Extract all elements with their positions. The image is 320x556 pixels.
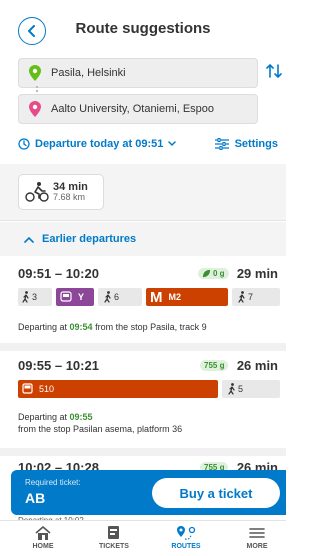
clock-icon — [18, 138, 30, 150]
tab-tickets[interactable]: TICKETS — [84, 525, 144, 550]
menu-icon — [249, 528, 265, 538]
required-ticket-label: Required ticket: — [25, 478, 81, 487]
origin-field[interactable]: Pasila, Helsinki — [18, 58, 258, 88]
co2-value: 755 g — [204, 361, 225, 370]
itinerary-card[interactable]: 09:51 – 10:20 0 g 29 min 3 Y 6 M M2 7 De… — [0, 266, 286, 342]
bus-line: 510 — [39, 384, 55, 394]
itinerary-times: 09:55 – 10:21 — [18, 358, 99, 373]
page-title: Route suggestions — [75, 20, 211, 37]
chevron-up-icon — [24, 236, 34, 243]
settings-button[interactable]: Settings — [214, 138, 278, 150]
train-leg: Y — [56, 288, 94, 306]
origin-text: Pasila, Helsinki — [51, 67, 126, 79]
walk-leg-minutes: 6 — [114, 292, 120, 302]
co2-value: 0 g — [213, 269, 225, 278]
routes-icon — [177, 526, 196, 540]
bus-leg: 510 — [18, 380, 218, 398]
departure-row: Departure today at 09:51 Settings — [18, 138, 278, 154]
walk-leg-minutes: 5 — [238, 384, 244, 394]
itinerary-duration: 29 min — [236, 266, 278, 281]
itinerary-duration: 26 min — [236, 358, 278, 373]
bike-distance: 7.68 km — [53, 192, 86, 203]
destination-pin-icon — [19, 101, 51, 117]
tab-home[interactable]: HOME — [13, 525, 73, 550]
walk-leg-minutes: 7 — [248, 292, 254, 302]
train-line: Y — [78, 292, 85, 302]
tab-home-label: HOME — [32, 543, 54, 550]
destination-text: Aalto University, Otaniemi, Espoo — [51, 103, 215, 115]
origin-pin-icon — [19, 65, 51, 81]
metro-line: M2 — [168, 292, 182, 302]
itinerary-card[interactable]: 09:55 – 10:21 755 g 26 min 510 5 Departi… — [0, 358, 286, 448]
tab-tickets-label: TICKETS — [99, 543, 129, 550]
swap-icon — [266, 64, 282, 78]
departure-info: Departing at 09:54 from the stop Pasila,… — [18, 322, 207, 332]
itinerary-times: 09:51 – 10:20 — [18, 266, 99, 281]
bicycle-icon — [25, 182, 49, 202]
itinerary-legs: 510 5 — [18, 380, 280, 398]
buy-ticket-button[interactable]: Buy a ticket — [152, 478, 280, 508]
tab-more-label: MORE — [246, 543, 268, 550]
train-icon — [60, 291, 72, 302]
metro-leg: M M2 — [146, 288, 228, 306]
tickets-icon — [108, 526, 119, 539]
walk-icon — [228, 383, 235, 395]
settings-sliders-icon — [214, 138, 229, 150]
settings-label: Settings — [234, 138, 278, 150]
co2-badge: 755 g — [200, 360, 229, 371]
walk-leg: 5 — [222, 380, 280, 398]
earlier-departures-button[interactable]: Earlier departures — [0, 222, 286, 256]
departure-label: Departure today at 09:51 — [35, 138, 164, 150]
divider — [0, 343, 286, 351]
walk-leg: 7 — [232, 288, 280, 306]
departure-time-selector[interactable]: Departure today at 09:51 — [18, 138, 177, 150]
home-icon — [35, 526, 51, 540]
leaf-icon — [202, 269, 211, 278]
co2-badge: 0 g — [198, 268, 229, 279]
swap-button[interactable] — [266, 63, 282, 84]
tab-routes-label: ROUTES — [171, 543, 201, 550]
earlier-departures-label: Earlier departures — [42, 233, 137, 245]
walk-icon — [104, 291, 111, 303]
walk-icon — [22, 291, 29, 303]
tab-routes[interactable]: ROUTES — [156, 525, 216, 550]
metro-icon: M — [150, 288, 163, 306]
tab-more[interactable]: MORE — [227, 525, 287, 550]
walk-leg: 6 — [98, 288, 142, 306]
bus-icon — [22, 383, 33, 394]
ticket-zone: AB — [25, 490, 46, 506]
itinerary-legs: 3 Y 6 M M2 7 — [18, 288, 280, 306]
divider — [0, 448, 286, 456]
tab-bar: HOME TICKETS ROUTES MORE — [0, 520, 286, 556]
chevron-down-icon — [168, 141, 177, 147]
destination-field[interactable]: Aalto University, Otaniemi, Espoo — [18, 94, 258, 124]
bike-option-card[interactable]: 34 min 7.68 km — [18, 174, 104, 210]
walk-leg: 3 — [18, 288, 52, 306]
departure-info: Departing at 09:55 from the stop Pasilan… — [18, 412, 183, 434]
walk-leg-minutes: 3 — [32, 292, 38, 302]
walk-icon — [238, 291, 245, 303]
header: Route suggestions — [0, 0, 286, 55]
